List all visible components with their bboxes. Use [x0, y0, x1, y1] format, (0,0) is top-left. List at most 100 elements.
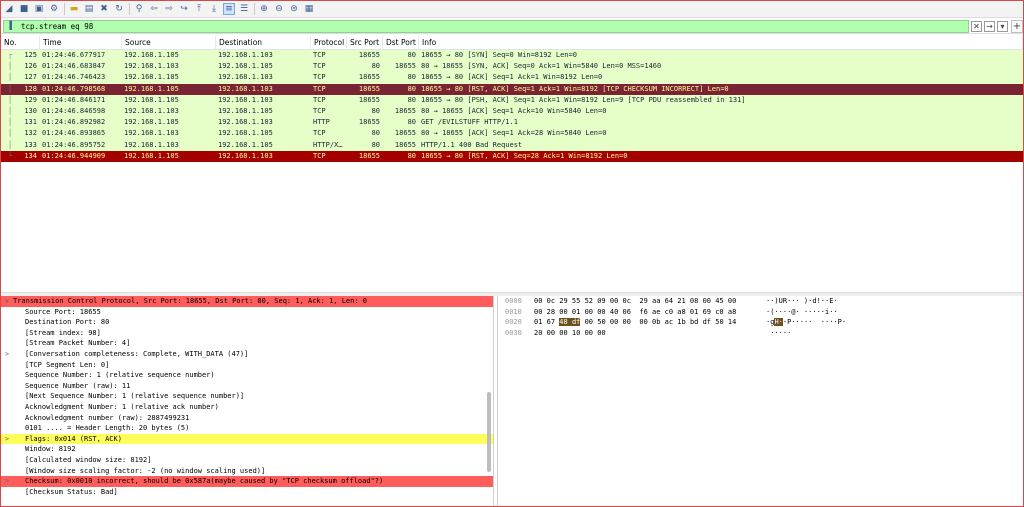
detail-field-row[interactable]: [Stream index: 98] [1, 328, 493, 339]
packet-no: 125 [24, 51, 37, 59]
column-header-src-port[interactable]: Src Port [347, 35, 383, 50]
packet-time: 01:24:46.944909 [42, 151, 106, 160]
detail-field-row[interactable]: Source Port: 18655 [1, 307, 493, 318]
bytes-row[interactable]: 0020 01 67 48 df 00 50 00 00 00 0b ac 1b … [498, 317, 1023, 328]
packet-no-cell: │ 128 [1, 84, 40, 95]
detail-field-row[interactable]: Acknowledgment Number: 1 (relative ack n… [1, 402, 493, 413]
packet-dst-port: 80 [407, 151, 416, 160]
first-packet-icon[interactable]: ⤒ [193, 3, 205, 15]
packet-row[interactable]: │ 127 01:24:46.746423 192.168.1.105 192.168.… [1, 72, 1023, 84]
chevron-right-icon[interactable]: > [1, 434, 13, 445]
zoom-out-icon[interactable]: ⊖ [273, 3, 285, 15]
packet-row[interactable]: │ 129 01:24:46.846171 192.168.1.105 192.168.… [1, 94, 1023, 106]
chevron-down-icon[interactable]: ▾ [997, 20, 1008, 32]
packet-row[interactable]: │ 131 01:24:46.892982 192.168.1.105 192.168.… [1, 117, 1023, 129]
packet-row[interactable]: │ 128 01:24:46.798568 192.168.1.105 192.168.… [1, 83, 1023, 95]
packet-info: 80 → 18655 [ACK] Seq=1 Ack=10 Win=5840 L… [421, 106, 607, 115]
tcp-header-row[interactable]: ∨ Transmission Control Protocol, Src Port… [1, 296, 493, 307]
add-filter-button[interactable]: + [1011, 19, 1023, 33]
shark-fin-icon[interactable]: ◢ [3, 3, 15, 15]
bytes-row[interactable]: 0030 20 00 00 10 00 00 ····· [498, 328, 1023, 339]
column-header-time[interactable]: Time [40, 35, 122, 50]
back-arrow-icon[interactable]: ⇦ [148, 3, 160, 15]
detail-field-row[interactable]: > Flags: 0x014 (RST, ACK) [1, 433, 493, 445]
last-packet-icon[interactable]: ⤓ [208, 3, 220, 15]
packet-row[interactable]: │ 133 01:24:46.895752 192.168.1.103 192.168.… [1, 139, 1023, 151]
packet-destination: 192.168.1.105 [218, 129, 273, 138]
packet-row[interactable]: │ 126 01:24:46.683847 192.168.1.103 192.168.… [1, 61, 1023, 73]
detail-field-text: [Stream Packet Number: 4] [25, 339, 131, 348]
apply-arrow-icon[interactable]: → [984, 20, 995, 32]
column-header-info[interactable]: Info [419, 35, 1023, 50]
bytes-row[interactable]: 0010 00 28 00 01 00 00 40 06 f6 ae c0 a8 … [498, 307, 1023, 318]
detail-field-row[interactable]: > [Conversation completeness: Complete, W… [1, 349, 493, 360]
zoom-normal-icon[interactable]: ⊜ [288, 3, 300, 15]
details-scrollbar[interactable] [487, 392, 491, 472]
detail-field-row[interactable]: [Window size scaling factor: -2 (no wind… [1, 466, 493, 477]
display-filter-input[interactable]: ▐ tcp.stream eq 98 [3, 19, 969, 33]
detail-field-row[interactable]: Sequence Number (raw): 11 [1, 381, 493, 392]
packet-src-port: 18655 [358, 95, 380, 104]
packet-dst-port: 18655 [394, 106, 416, 115]
column-header-destination[interactable]: Destination [216, 35, 311, 50]
restart-icon[interactable]: ▣ [33, 3, 45, 15]
packet-protocol: TCP [313, 151, 326, 160]
ascii-bytes: ·(····@· ·····i·· [764, 307, 838, 318]
packet-row[interactable]: └ 134 01:24:46.944909 192.168.1.105 192.168.… [1, 150, 1023, 162]
chevron-down-icon[interactable]: ∨ [1, 296, 13, 307]
packet-no-cell: └ 134 [1, 151, 40, 162]
packet-no: 131 [24, 118, 37, 127]
detail-field-row[interactable]: [Checksum Status: Bad] [1, 487, 493, 498]
zoom-in-icon[interactable]: ⊕ [258, 3, 270, 15]
detail-field-text: Acknowledgment number (raw): 2887499231 [25, 413, 190, 422]
open-folder-icon[interactable]: ▬ [68, 3, 80, 15]
detail-field-row[interactable]: [TCP Segment Len: 0] [1, 360, 493, 371]
find-icon[interactable]: ⚲ [133, 3, 145, 15]
resize-columns-icon[interactable]: ▦ [303, 3, 315, 15]
detail-field-text: Checksum: 0x0010 incorrect, should be 0x… [25, 477, 384, 486]
detail-field-row[interactable]: Destination Port: 80 [1, 317, 493, 328]
reload-icon[interactable]: ↻ [113, 3, 125, 15]
packet-source: 192.168.1.105 [124, 118, 179, 127]
save-icon[interactable]: ▤ [83, 3, 95, 15]
packet-row[interactable]: │ 130 01:24:46.846598 192.168.1.103 192.168.… [1, 105, 1023, 118]
autoscroll-icon[interactable]: ≡ [223, 3, 235, 15]
chevron-right-icon[interactable]: > [1, 476, 13, 487]
column-header-dst-port[interactable]: Dst Port [383, 35, 419, 50]
go-to-packet-icon[interactable]: ↪ [178, 3, 190, 15]
detail-field-row[interactable]: > Checksum: 0x0010 incorrect, should be 0… [1, 476, 493, 487]
ascii-highlight: H· [774, 318, 783, 327]
packet-protocol: TCP [313, 62, 326, 71]
detail-field-row[interactable]: [Next Sequence Number: 1 (relative seque… [1, 391, 493, 402]
chevron-right-icon[interactable]: > [1, 349, 13, 360]
forward-arrow-icon[interactable]: ⇨ [163, 3, 175, 15]
options-gear-icon[interactable]: ⚙ [48, 3, 60, 15]
close-file-icon[interactable]: ✖ [98, 3, 110, 15]
stop-icon[interactable]: ■ [18, 3, 30, 15]
detail-field-row[interactable]: Window: 8192 [1, 444, 493, 455]
colorize-icon[interactable]: ☰ [238, 3, 250, 15]
packet-source: 192.168.1.105 [124, 73, 179, 82]
detail-field-row[interactable]: Acknowledgment number (raw): 2887499231 [1, 413, 493, 424]
bookmark-icon[interactable]: ▐ [7, 21, 17, 31]
detail-field-row[interactable]: [Stream Packet Number: 4] [1, 338, 493, 349]
column-header-no[interactable]: No. [1, 35, 40, 50]
hex-text: 00 28 00 01 00 00 40 06 f6 ae c0 a8 01 6… [534, 307, 737, 316]
packet-protocol: TCP [313, 95, 326, 104]
column-header-protocol[interactable]: Protocol [311, 35, 347, 50]
packet-no: 129 [24, 95, 37, 104]
packet-no: 127 [24, 73, 37, 82]
column-header-source[interactable]: Source [122, 35, 216, 50]
detail-field-row[interactable]: 0101 .... = Header Length: 20 bytes (5) [1, 423, 493, 434]
detail-field-row[interactable]: Sequence Number: 1 (relative sequence nu… [1, 370, 493, 381]
packet-row[interactable]: │ 132 01:24:46.893865 192.168.1.103 192.168.… [1, 128, 1023, 140]
clear-x-icon[interactable]: ✕ [971, 20, 982, 32]
detail-field-row[interactable]: [Calculated window size: 8192] [1, 455, 493, 466]
detail-field-text: Source Port: 18655 [25, 307, 101, 316]
bytes-row[interactable]: 0000 00 0c 29 55 52 09 00 0c 29 aa 64 21 … [498, 296, 1023, 307]
packet-row[interactable]: ┌ 125 01:24:46.677917 192.168.1.105 192.168.… [1, 50, 1023, 62]
